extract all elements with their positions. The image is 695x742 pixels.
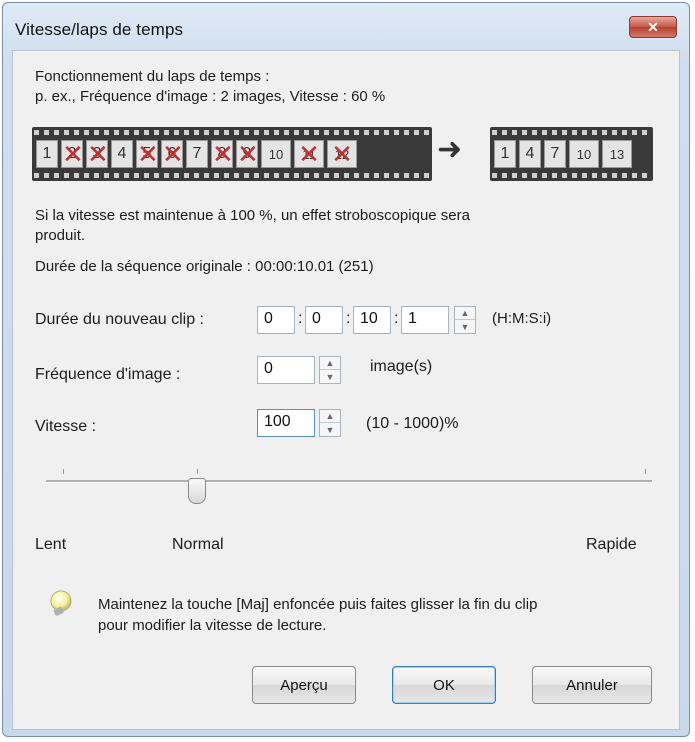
spin-down-icon[interactable]: ▼ [320,370,340,383]
speed-range: (10 - 1000)% [366,415,459,432]
film-frame-removed: 6 [161,140,183,168]
duration-spinner[interactable]: ▲ ▼ [454,306,476,334]
frame-rate-unit: image(s) [370,358,433,375]
film-frame-removed: 8 [211,140,233,168]
dialog-title: Vitesse/laps de temps [15,20,184,39]
close-icon: ✕ [647,18,659,35]
cancel-button[interactable]: Annuler [532,666,652,704]
tip-line-1: Maintenez la touche [Maj] enfoncée puis … [98,596,538,613]
spin-up-icon[interactable]: ▲ [320,410,340,423]
speed-spinner[interactable]: ▲ ▼ [319,409,341,437]
spin-up-icon[interactable]: ▲ [455,307,475,320]
spin-down-icon[interactable]: ▼ [320,423,340,436]
info-line-1: Fonctionnement du laps de temps : [35,68,270,85]
film-frame: 7 [186,140,208,168]
film-frame: 4 [111,140,133,168]
frame-rate-spinner[interactable]: ▲ ▼ [319,356,341,384]
slider-max-label: Rapide [586,536,637,553]
film-frame-removed: 11 [294,140,324,168]
close-button[interactable]: ✕ [629,16,677,38]
film-frame: 1 [36,140,58,168]
slider-tick [645,469,646,474]
film-frame: 7 [544,140,566,168]
tip-line-2: pour modifier la vitesse de lecture. [98,617,327,634]
slider-tick [63,469,64,474]
info-line-2: p. ex., Fréquence d'image : 2 images, Vi… [35,88,386,105]
time-separator: : [346,310,351,327]
film-frame: 13 [602,140,632,168]
film-frame-removed: 3 [86,140,108,168]
filmstrip-original: 123456789101112 [32,127,432,181]
filmstrip-result: 1 4 7 10 13 [490,127,653,181]
speed-slider-track[interactable] [46,480,652,483]
lightbulb-icon [50,590,72,616]
film-frame: 10 [261,140,291,168]
speed-field[interactable]: 100 [257,409,315,437]
spin-up-icon[interactable]: ▲ [320,357,340,370]
preview-button[interactable]: Aperçu [252,666,356,704]
time-separator: : [394,310,399,327]
new-clip-label: Durée du nouveau clip : [35,311,204,328]
frame-rate-label: Fréquence d'image : [35,366,181,383]
film-frame: 10 [569,140,599,168]
note-line-1: Si la vitesse est maintenue à 100 %, un … [35,207,470,224]
frame-rate-field[interactable]: 0 [257,356,315,384]
slider-tick [197,469,198,474]
minutes-field[interactable]: 0 [305,306,343,334]
ok-button[interactable]: OK [392,666,496,704]
film-frame-removed: 5 [136,140,158,168]
film-frame-removed: 12 [327,140,357,168]
original-duration: Durée de la séquence originale : 00:00:1… [35,258,374,275]
seconds-field[interactable]: 10 [353,306,391,334]
spin-down-icon[interactable]: ▼ [455,320,475,333]
title-bar[interactable]: Vitesse/laps de temps ✕ [3,3,689,43]
hours-field[interactable]: 0 [257,306,295,334]
frames-field[interactable]: 1 [401,306,449,334]
speed-slider-thumb[interactable] [188,478,206,504]
slider-min-label: Lent [35,536,67,553]
film-frame: 1 [494,140,516,168]
film-frame-removed: 2 [61,140,83,168]
note-line-2: produit. [35,227,86,244]
arrow-right-icon: ➜ [437,133,463,166]
speed-label: Vitesse : [35,418,97,435]
film-frame: 4 [519,140,541,168]
film-frame-removed: 9 [236,140,258,168]
slider-mid-label: Normal [172,536,224,553]
duration-unit: (H:M:S:i) [492,310,552,327]
time-separator: : [298,310,303,327]
